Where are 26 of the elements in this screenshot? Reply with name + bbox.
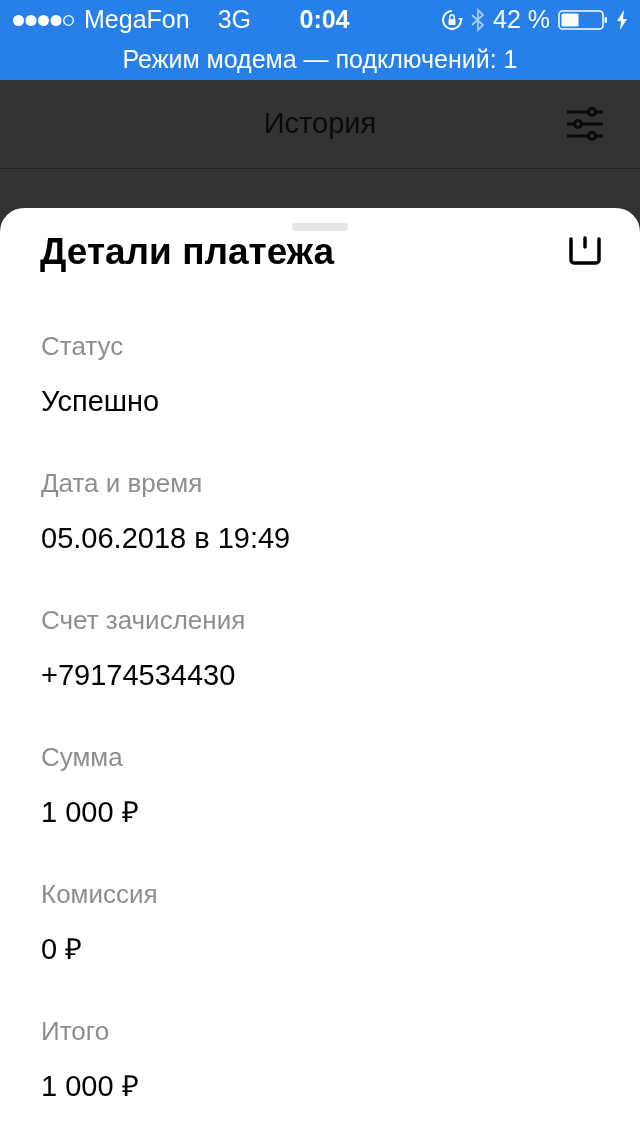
field-value: +79174534430 [41, 658, 237, 692]
field-label: Счет зачисления [41, 604, 247, 637]
field-label: Дата и время [41, 467, 204, 500]
field-label: Комиссия [41, 878, 159, 911]
field-value: 0 ₽ [41, 932, 84, 966]
share-icon[interactable] [567, 236, 603, 266]
carrier-name: MegaFon [84, 4, 190, 36]
field-value: 1 000 ₽ [41, 1069, 140, 1103]
network-type: 3G [217, 4, 251, 36]
battery-icon [558, 10, 608, 30]
rotation-lock-icon [441, 9, 463, 31]
filter-icon[interactable] [566, 106, 604, 142]
battery-percent: 42 % [493, 4, 550, 36]
field-value: 1 000 ₽ [41, 795, 140, 829]
bluetooth-icon [471, 8, 485, 32]
field-value: 05.06.2018 в 19:49 [41, 521, 292, 555]
hotspot-text: Режим модема — подключений: 1 [122, 44, 518, 76]
field-value: Успешно [41, 384, 161, 418]
field-label: Сумма [41, 741, 124, 774]
sheet-title: Детали платежа [40, 232, 335, 270]
field-label: Итого [41, 1015, 111, 1048]
drag-handle[interactable] [292, 223, 348, 231]
field-label: Статус [41, 330, 125, 363]
charging-icon [616, 10, 628, 30]
clock: 0:04 [298, 4, 351, 36]
signal-icon [12, 13, 76, 27]
